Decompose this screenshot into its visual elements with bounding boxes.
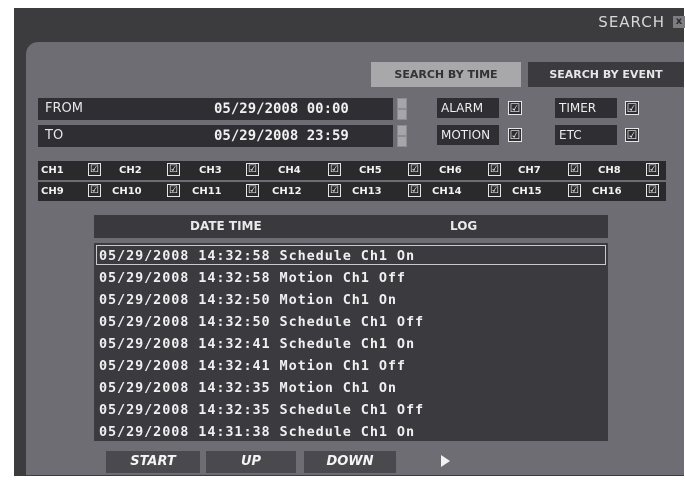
channel-label: CH10 <box>112 186 142 197</box>
log-row[interactable]: 05/29/2008 14:32:35 Motion Ch1 On <box>99 378 397 398</box>
filter-motion-checkbox[interactable]: ☑ <box>508 128 522 142</box>
log-row[interactable]: 05/29/2008 14:32:41 Schedule Ch1 On <box>99 334 415 354</box>
channel-checkbox[interactable]: ☑ <box>646 184 659 197</box>
up-button[interactable]: UP <box>206 451 296 473</box>
from-spinner-icon[interactable] <box>397 98 407 120</box>
log-row[interactable]: 05/29/2008 14:32:35 Schedule Ch1 Off <box>99 400 424 420</box>
channel-label: CH6 <box>439 165 462 176</box>
to-label: TO <box>38 125 188 147</box>
tab-search-by-event[interactable]: SEARCH BY EVENT <box>528 62 684 87</box>
channel-checkbox[interactable]: ☑ <box>328 163 341 176</box>
from-label: FROM <box>38 98 188 120</box>
to-spinner-icon[interactable] <box>397 125 407 147</box>
channel-label: CH16 <box>592 186 622 197</box>
channel-label: CH3 <box>199 165 222 176</box>
filter-etc-label: ETC <box>555 125 617 145</box>
mouse-cursor-icon <box>441 455 450 467</box>
channel-row-2: CH9 ☑ CH10 ☑ CH11 ☑ CH12 ☑ CH13 ☑ CH14 ☑ CH15 ☑… <box>38 182 666 201</box>
filter-motion-label: MOTION <box>437 125 499 145</box>
channel-label: CH4 <box>278 165 301 176</box>
channel-row-1: CH1 ☑ CH2 ☑ CH3 ☑ CH4 ☑ CH5 ☑ CH6 ☑ CH7 ☑ CH8 ☑ <box>38 161 666 180</box>
log-row[interactable]: 05/29/2008 14:32:50 Schedule Ch1 Off <box>99 312 424 332</box>
start-button[interactable]: START <box>106 451 200 473</box>
to-datetime-field[interactable]: 05/29/2008 23:59 <box>188 125 393 147</box>
channel-label: CH12 <box>272 186 302 197</box>
channel-checkbox[interactable]: ☑ <box>88 163 101 176</box>
close-icon[interactable]: x <box>673 16 685 28</box>
channel-checkbox[interactable]: ☑ <box>488 163 501 176</box>
channel-checkbox[interactable]: ☑ <box>646 163 659 176</box>
channel-checkbox[interactable]: ☑ <box>88 184 101 197</box>
log-row[interactable]: 05/29/2008 14:31:38 Schedule Ch1 On <box>99 422 415 442</box>
channel-label: CH8 <box>598 165 621 176</box>
log-list[interactable]: 05/29/2008 14:32:58 Schedule Ch1 On 05/2… <box>94 243 608 441</box>
channel-label: CH2 <box>119 165 142 176</box>
channel-checkbox[interactable]: ☑ <box>568 184 581 197</box>
log-row[interactable]: 05/29/2008 14:32:58 Schedule Ch1 On <box>99 246 415 266</box>
channel-label: CH9 <box>41 186 64 197</box>
log-row[interactable]: 05/29/2008 14:32:58 Motion Ch1 Off <box>99 268 406 288</box>
channel-checkbox[interactable]: ☑ <box>408 184 421 197</box>
column-header-log: LOG <box>450 219 478 233</box>
channel-label: CH5 <box>359 165 382 176</box>
filter-timer-label: TIMER <box>555 98 617 118</box>
tab-search-by-time[interactable]: SEARCH BY TIME <box>371 62 521 87</box>
window-title: SEARCH <box>598 13 665 31</box>
channel-checkbox[interactable]: ☑ <box>328 184 341 197</box>
log-row[interactable]: 05/29/2008 14:32:41 Motion Ch1 Off <box>99 356 406 376</box>
column-header-date-time: DATE TIME <box>190 219 262 233</box>
down-button[interactable]: DOWN <box>304 451 396 473</box>
filter-timer-checkbox[interactable]: ☑ <box>625 101 639 115</box>
filter-alarm-label: ALARM <box>437 98 499 118</box>
channel-label: CH1 <box>41 165 64 176</box>
channel-checkbox[interactable]: ☑ <box>568 163 581 176</box>
channel-checkbox[interactable]: ☑ <box>246 163 259 176</box>
filter-etc-checkbox[interactable]: ☑ <box>625 128 639 142</box>
filter-alarm-checkbox[interactable]: ☑ <box>508 101 522 115</box>
channel-checkbox[interactable]: ☑ <box>167 163 180 176</box>
from-datetime-field[interactable]: 05/29/2008 00:00 <box>188 98 393 120</box>
channel-label: CH13 <box>352 186 382 197</box>
channel-label: CH14 <box>432 186 462 197</box>
log-row[interactable]: 05/29/2008 14:32:50 Motion Ch1 On <box>99 290 397 310</box>
channel-label: CH11 <box>192 186 222 197</box>
channel-checkbox[interactable]: ☑ <box>246 184 259 197</box>
channel-checkbox[interactable]: ☑ <box>408 163 421 176</box>
channel-label: CH15 <box>512 186 542 197</box>
log-table-header: DATE TIME LOG <box>94 215 608 238</box>
channel-label: CH7 <box>518 165 541 176</box>
channel-checkbox[interactable]: ☑ <box>167 184 180 197</box>
channel-checkbox[interactable]: ☑ <box>488 184 501 197</box>
